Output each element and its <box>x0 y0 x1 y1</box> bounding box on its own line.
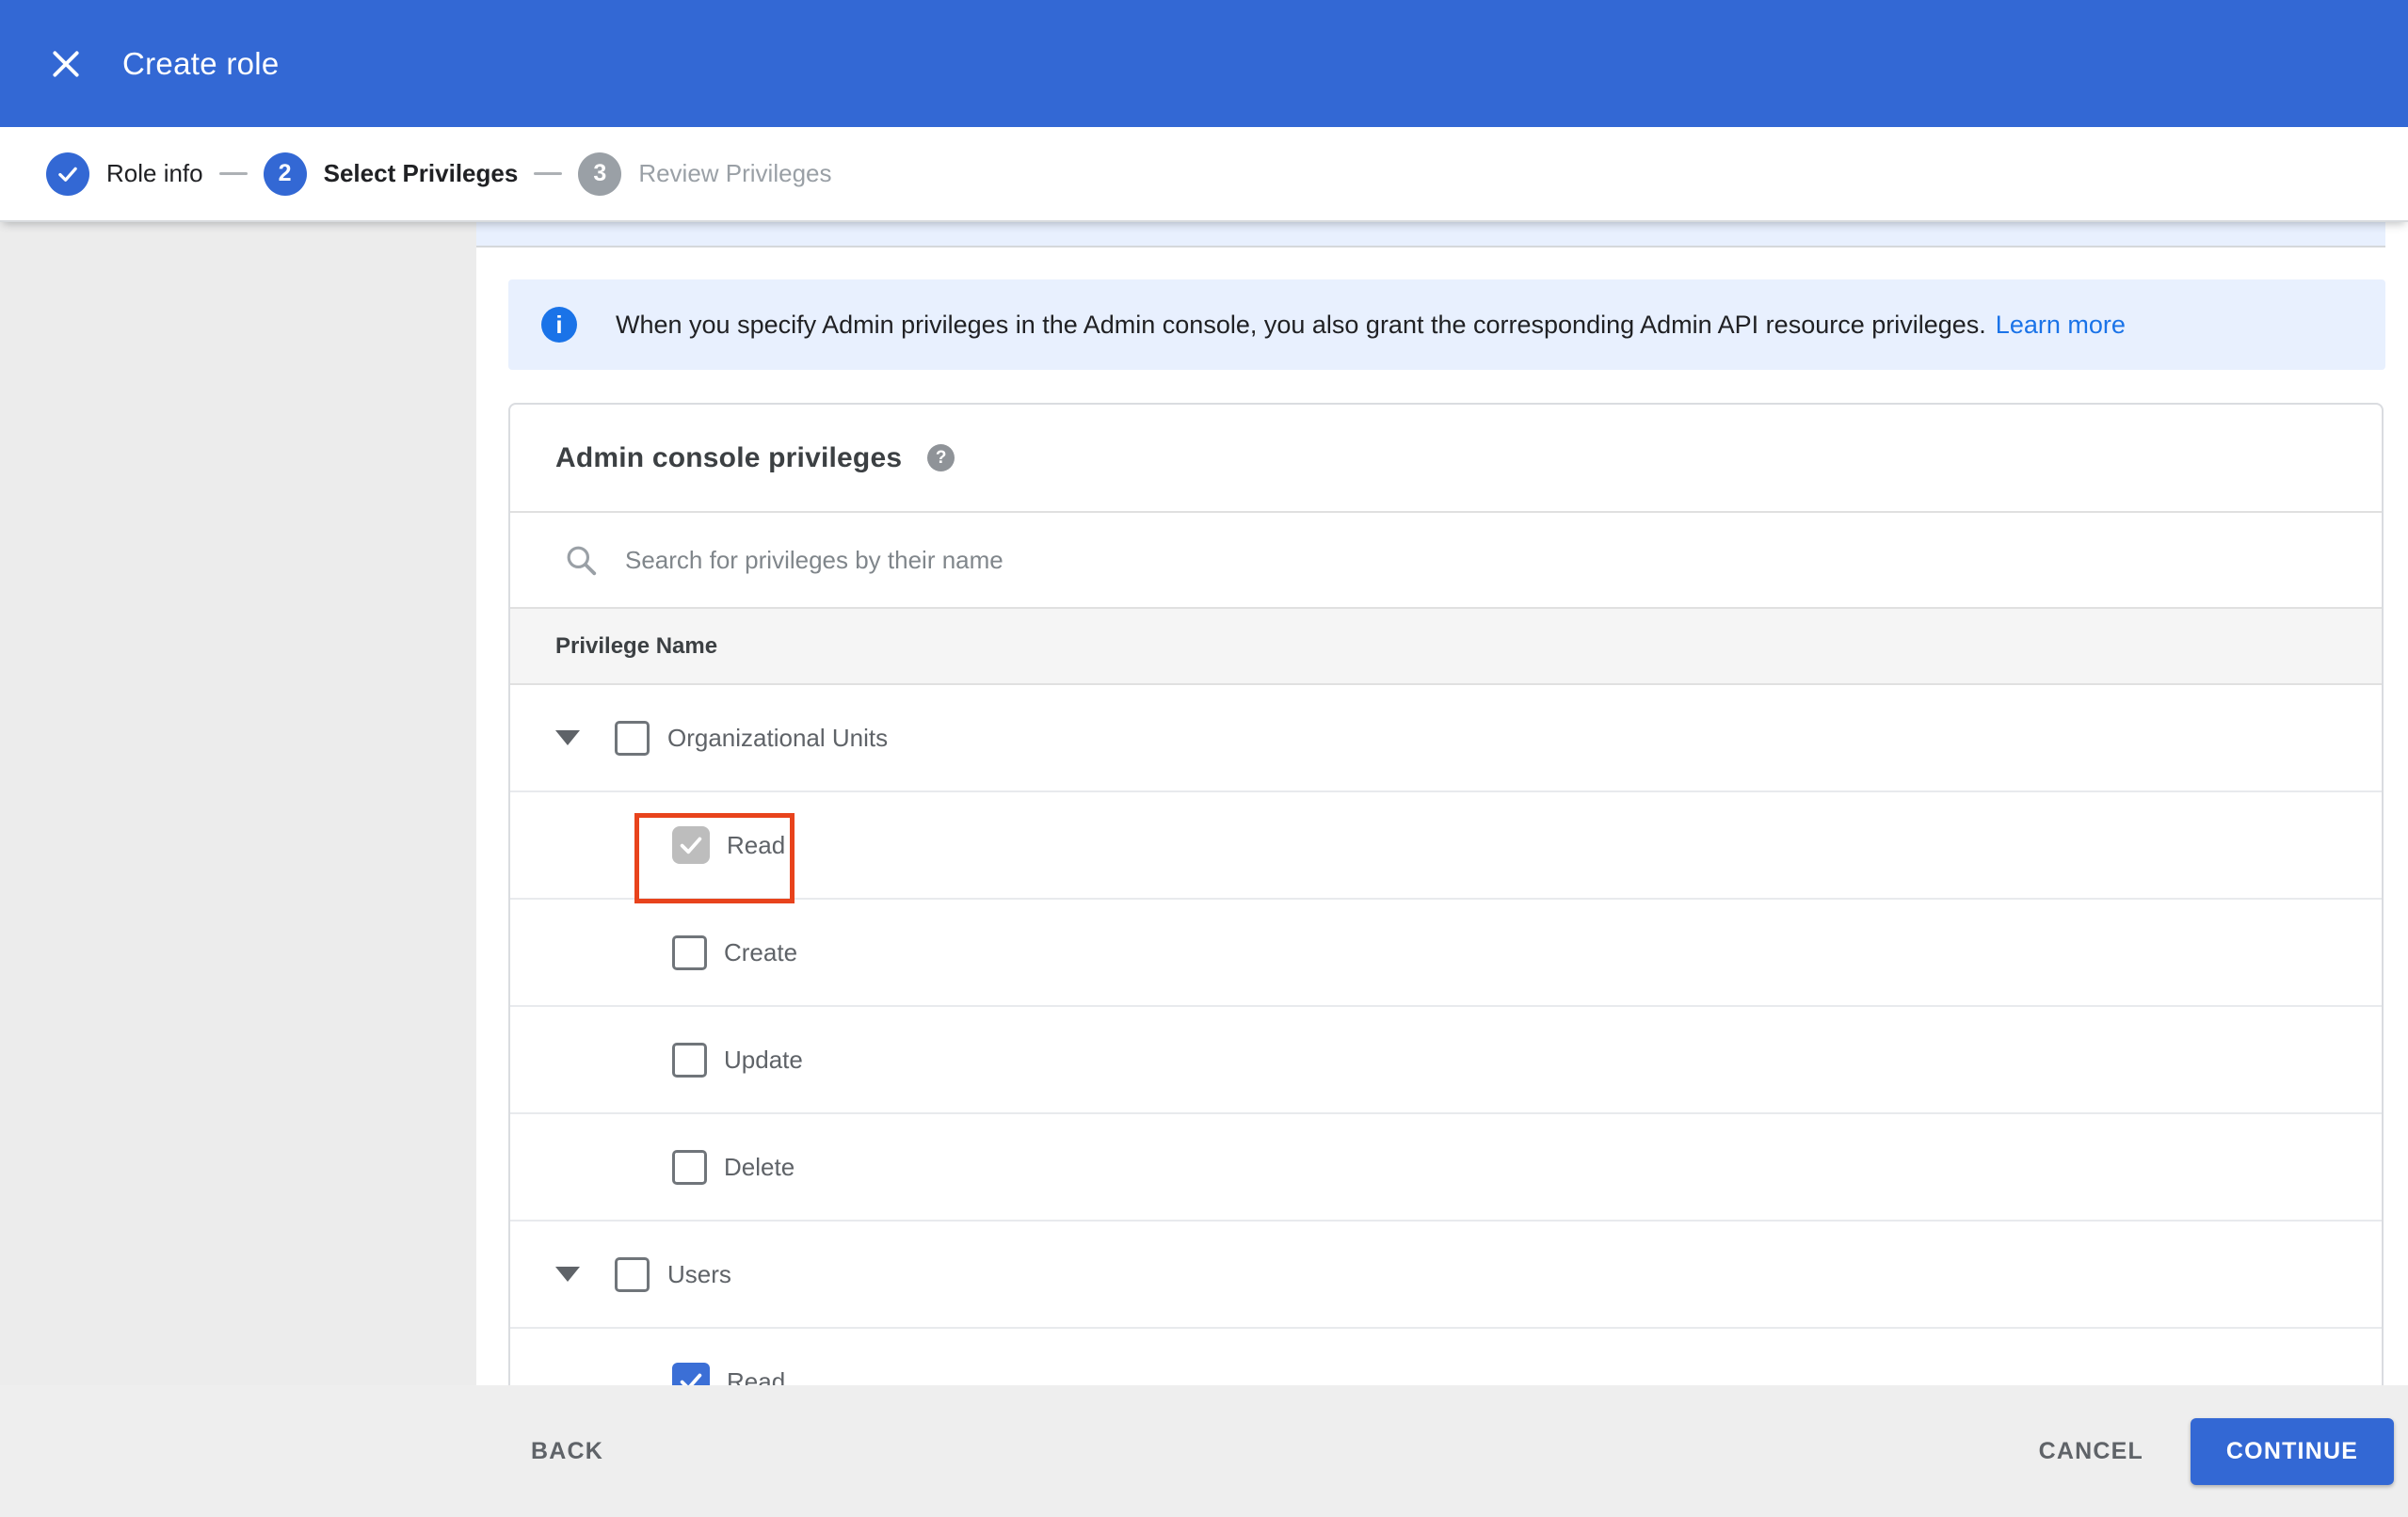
close-button[interactable] <box>41 40 90 88</box>
privilege-label: Create <box>724 937 798 966</box>
help-icon[interactable]: ? <box>927 444 955 471</box>
search-icon <box>563 542 599 578</box>
app-bar: Create role <box>0 0 2408 127</box>
cancel-button[interactable]: CANCEL <box>2039 1438 2143 1465</box>
wizard-stepper: Role info 2 Select Privileges 3 Review P… <box>0 127 2408 222</box>
info-icon: i <box>541 307 577 343</box>
organizational-units-checkbox[interactable] <box>615 720 650 756</box>
step-review-privileges[interactable]: 3 Review Privileges <box>578 152 832 196</box>
collapse-caret-icon[interactable] <box>555 1267 580 1282</box>
delete-checkbox[interactable] <box>672 1149 707 1185</box>
step-label: Select Privileges <box>323 159 519 187</box>
step-number-badge: 3 <box>578 152 622 196</box>
step-select-privileges[interactable]: 2 Select Privileges <box>263 152 519 196</box>
privilege-row-update: Update <box>510 1007 2382 1114</box>
read-checkbox-checked-disabled <box>672 826 710 864</box>
card-title: Admin console privileges <box>555 441 903 473</box>
info-banner-text: When you specify Admin privileges in the… <box>616 310 1986 339</box>
users-checkbox[interactable] <box>615 1256 650 1292</box>
privilege-row-read: Read <box>510 792 2382 900</box>
close-icon <box>47 45 85 83</box>
step-separator <box>218 172 248 175</box>
create-role-dialog: Create role Role info 2 Select Privilege… <box>0 0 2408 1517</box>
privilege-row-create: Create <box>510 900 2382 1007</box>
privilege-label: Users <box>667 1259 731 1288</box>
dialog-title: Create role <box>122 45 280 81</box>
admin-privileges-info-banner: i When you specify Admin privileges in t… <box>508 279 2385 370</box>
privilege-label: Delete <box>724 1152 795 1181</box>
step-completed-check-icon <box>46 152 89 196</box>
privileges-search-row <box>510 513 2382 607</box>
back-button[interactable]: BACK <box>531 1438 603 1465</box>
privilege-label: Update <box>724 1045 803 1074</box>
table-header-row: Privilege Name <box>510 607 2382 685</box>
collapse-caret-icon[interactable] <box>555 730 580 745</box>
scrolled-content-strip <box>476 222 2385 248</box>
step-label: Role info <box>106 159 203 187</box>
continue-button[interactable]: CONTINUE <box>2191 1417 2394 1485</box>
card-title-row: Admin console privileges ? <box>510 405 2382 513</box>
privilege-row-organizational-units: Organizational Units <box>510 685 2382 792</box>
privilege-row-users: Users <box>510 1222 2382 1329</box>
update-checkbox[interactable] <box>672 1042 707 1078</box>
privilege-label: Organizational Units <box>667 723 889 752</box>
privilege-label: Read <box>727 830 786 859</box>
step-separator <box>534 172 563 175</box>
admin-console-privileges-card: Admin console privileges ? Privilege Nam… <box>508 403 2384 1438</box>
learn-more-link[interactable]: Learn more <box>1996 311 2126 340</box>
step-role-info[interactable]: Role info <box>46 152 203 196</box>
privilege-name-column-header: Privilege Name <box>555 632 718 659</box>
left-nav-panel <box>0 222 476 1385</box>
wizard-footer: BACK CANCEL CONTINUE <box>0 1385 2408 1517</box>
privilege-row-delete: Delete <box>510 1114 2382 1222</box>
step-label: Review Privileges <box>638 159 832 187</box>
privileges-search-input[interactable] <box>625 545 1755 575</box>
step-number-badge: 2 <box>263 152 307 196</box>
create-checkbox[interactable] <box>672 934 707 970</box>
